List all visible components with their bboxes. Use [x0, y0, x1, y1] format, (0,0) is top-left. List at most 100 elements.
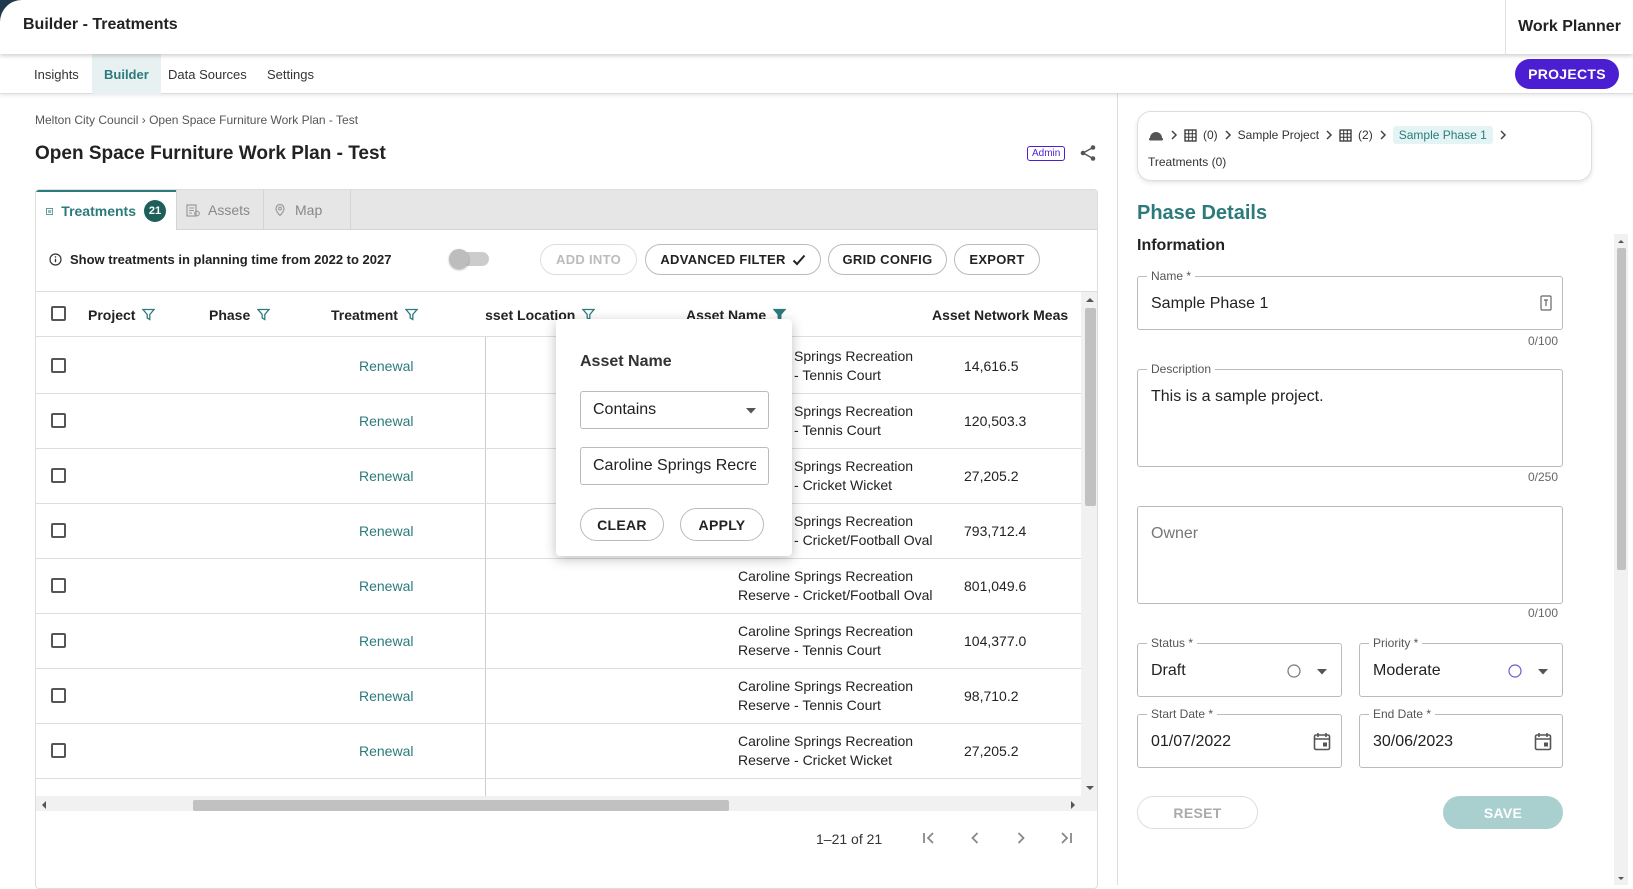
asset-measure-cell: 14,616.5 [964, 358, 1019, 374]
treatment-cell[interactable]: Renewal [359, 448, 413, 504]
grid-icon[interactable] [1339, 128, 1352, 142]
hard-hat-icon[interactable] [1148, 128, 1164, 142]
filter-icon[interactable] [142, 308, 156, 321]
calendar-icon[interactable] [1313, 732, 1331, 751]
phase-details-heading: Phase Details [1137, 202, 1268, 224]
grid-config-button[interactable]: GRID CONFIG [828, 244, 947, 275]
asset-name-cell: Caroline Springs Recreation Reserve - Cri… [738, 568, 933, 603]
treatment-cell[interactable]: Renewal [359, 723, 413, 779]
filter-apply-button[interactable]: APPLY [680, 508, 764, 541]
work-planner-title[interactable]: Work Planner [1505, 0, 1633, 54]
tab-treatments[interactable]: Treatments 21 [36, 190, 176, 230]
column-project[interactable]: Project [88, 292, 156, 337]
treatment-cell[interactable]: Renewal [359, 503, 413, 559]
owner-field[interactable]: Owner [1137, 506, 1563, 604]
asset-measure-cell: 104,377.0 [964, 633, 1027, 649]
tab-assets-label: Assets [208, 202, 251, 218]
column-asset-network-measure[interactable]: Asset Network Meas [932, 292, 1081, 337]
horizontal-scroll-thumb[interactable] [193, 800, 729, 811]
check-icon [792, 254, 805, 265]
breadcrumb-council[interactable]: Melton City Council [35, 113, 138, 127]
row-checkbox[interactable] [51, 578, 66, 593]
treatment-cell[interactable]: Renewal [359, 393, 413, 449]
treatment-cell[interactable]: Renewal [359, 613, 413, 669]
treatment-cell[interactable]: Renewal [359, 338, 413, 394]
planning-time-toggle[interactable] [449, 249, 489, 269]
first-page-icon[interactable] [919, 828, 939, 848]
information-heading: Information [1137, 237, 1225, 254]
treatment-cell[interactable]: Renewal [359, 558, 413, 614]
chevron-down-icon [746, 408, 756, 414]
add-into-button[interactable]: ADD INTO [540, 244, 637, 275]
breadcrumb-project[interactable]: Sample Project [1238, 128, 1319, 142]
advanced-filter-label: ADVANCED FILTER [660, 252, 786, 267]
phase-name-field[interactable]: Name * Sample Phase 1 [1137, 269, 1563, 330]
breadcrumb-treatments[interactable]: Treatments (0) [1148, 155, 1226, 169]
tab-assets[interactable]: Assets [176, 190, 263, 230]
row-checkbox[interactable] [51, 468, 66, 483]
asset-name-filter-popup: Asset Name Contains CLEAR APPLY [556, 319, 792, 556]
filter-popup-title: Asset Name [580, 353, 672, 370]
end-date-field[interactable]: End Date * 30/06/2023 [1359, 707, 1563, 768]
nav-data-sources[interactable]: Data Sources [158, 54, 257, 94]
nav-builder[interactable]: Builder [92, 54, 161, 94]
nav-insights[interactable]: Insights [24, 54, 89, 94]
filter-clear-button[interactable]: CLEAR [580, 508, 664, 541]
start-date-label: Start Date * [1147, 707, 1218, 721]
row-checkbox[interactable] [51, 413, 66, 428]
projects-button[interactable]: PROJECTS [1515, 59, 1619, 89]
asset-name-cell: Caroline Springs Recreation Reserve - Ten… [738, 678, 914, 713]
filter-operator-select[interactable]: Contains [580, 391, 769, 429]
description-field[interactable]: Description This is a sample project. [1137, 362, 1563, 467]
grid-icon[interactable] [1184, 128, 1197, 142]
filter-operator-value: Contains [593, 401, 657, 418]
table-row[interactable]: Renewal Caroline Springs Recreation Reserv… [36, 723, 1081, 779]
panel-scroll-thumb[interactable] [1617, 248, 1626, 570]
chevron-down-icon [1538, 669, 1548, 675]
advanced-filter-button[interactable]: ADVANCED FILTER [645, 244, 821, 275]
export-button[interactable]: EXPORT [954, 244, 1040, 275]
status-select[interactable]: Status * Draft [1137, 636, 1342, 697]
previous-page-icon[interactable] [965, 828, 985, 848]
panel-breadcrumb: (0) Sample Project (2) Sample Phase 1 Tr… [1137, 111, 1592, 181]
filter-icon[interactable] [404, 308, 418, 321]
nav-settings[interactable]: Settings [257, 54, 324, 94]
admin-badge: Admin [1027, 146, 1066, 161]
table-row[interactable]: Renewal Caroline Springs Recreation Reserv… [36, 558, 1081, 614]
select-all-checkbox[interactable] [51, 306, 66, 321]
column-treatment[interactable]: Treatment [331, 292, 418, 337]
start-date-field[interactable]: Start Date * 01/07/2022 [1137, 707, 1342, 768]
row-checkbox[interactable] [51, 358, 66, 373]
row-checkbox[interactable] [51, 523, 66, 538]
end-date-value: 30/06/2023 [1373, 733, 1454, 750]
reset-button[interactable]: RESET [1137, 796, 1258, 829]
vertical-scrollbar[interactable] [1081, 292, 1097, 811]
table-row[interactable]: Renewal Caroline Springs Recreation Reserv… [36, 613, 1081, 669]
vertical-scroll-thumb[interactable] [1085, 308, 1096, 506]
table-row[interactable]: Renewal Caroline Springs Recreation Reserv… [36, 668, 1081, 724]
treatment-cell[interactable]: Renewal [359, 668, 413, 724]
breadcrumb-phase-chip[interactable]: Sample Phase 1 [1392, 126, 1493, 144]
column-phase[interactable]: Phase [209, 292, 271, 337]
asset-measure-cell: 27,205.2 [964, 468, 1019, 484]
row-checkbox[interactable] [51, 688, 66, 703]
nav-bar: Insights Builder Data Sources Settings P… [0, 54, 1633, 94]
row-checkbox[interactable] [51, 633, 66, 648]
next-page-icon[interactable] [1011, 828, 1031, 848]
filter-icon[interactable] [257, 308, 271, 321]
breadcrumb-separator: › [141, 113, 150, 127]
project-count: (0) [1203, 128, 1218, 142]
last-page-icon[interactable] [1056, 828, 1076, 848]
calendar-icon[interactable] [1534, 732, 1552, 751]
pagination-range: 1–21 of 21 [816, 831, 883, 847]
share-icon[interactable] [1079, 144, 1097, 162]
tab-map[interactable]: Map [263, 190, 350, 230]
priority-select[interactable]: Priority * Moderate [1359, 636, 1563, 697]
filter-value-input[interactable] [580, 447, 769, 485]
row-checkbox[interactable] [51, 743, 66, 758]
horizontal-scrollbar[interactable] [36, 796, 1081, 811]
save-button[interactable]: SAVE [1443, 796, 1563, 829]
breadcrumb: Melton City Council › Open Space Furnitu… [35, 113, 358, 127]
description-char-counter: 0/250 [1528, 470, 1559, 484]
panel-scrollbar[interactable] [1614, 234, 1628, 885]
